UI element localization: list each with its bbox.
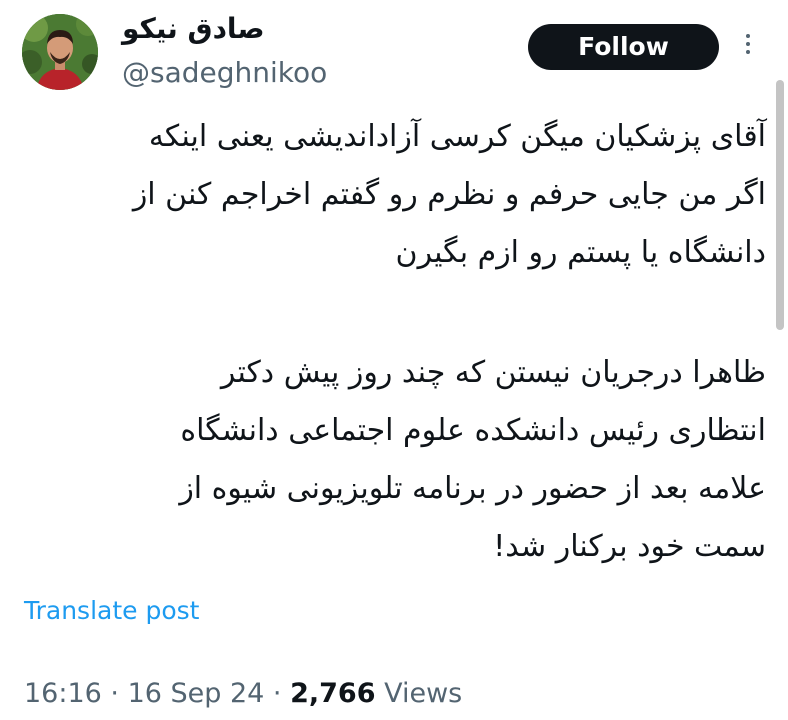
meta-separator: ·	[101, 678, 128, 709]
display-name[interactable]: صادق نیکو	[122, 12, 265, 46]
tweet-line: علامه بعد از حضور در برنامه تلویزیونی شی…	[179, 471, 766, 506]
meta-separator: ·	[264, 678, 291, 709]
follow-button[interactable]: Follow	[528, 24, 719, 70]
scrollbar-thumb[interactable]	[776, 80, 784, 330]
tweet-date[interactable]: 16 Sep 24	[128, 678, 265, 709]
tweet-paragraph-2: ظاهرا درجریان نیستن که چند روز پیش دکتر …	[24, 344, 766, 576]
tweet-line: انتظاری رئیس دانشکده علوم اجتماعی دانشگا…	[180, 413, 766, 448]
views-count: 2,766	[290, 678, 376, 709]
tweet-time[interactable]: 16:16	[24, 678, 102, 709]
tweet-line: دانشگاه یا پستم رو ازم بگیرن	[395, 235, 766, 270]
tweet-line: ظاهرا درجریان نیستن که چند روز پیش دکتر	[220, 355, 766, 390]
views-label: Views	[384, 678, 463, 709]
tweet-line: آقای پزشکیان میگن کرسی آزاداندیشی یعنی ا…	[148, 119, 766, 154]
tweet-paragraph-1: آقای پزشکیان میگن کرسی آزاداندیشی یعنی ا…	[24, 108, 766, 282]
tweet-line: اگر من جایی حرفم و نظرم رو گفتم اخراجم ک…	[132, 177, 766, 212]
tweet-meta: 16:16 · 16 Sep 24 · 2,766 Views	[24, 677, 462, 711]
avatar-image	[22, 14, 98, 90]
tweet-line: سمت خود برکنار شد!	[493, 529, 766, 564]
translate-post-link[interactable]: Translate post	[24, 594, 199, 628]
more-vertical-icon[interactable]	[738, 34, 758, 60]
avatar[interactable]	[22, 14, 98, 90]
user-handle[interactable]: @sadeghnikoo	[122, 56, 327, 90]
